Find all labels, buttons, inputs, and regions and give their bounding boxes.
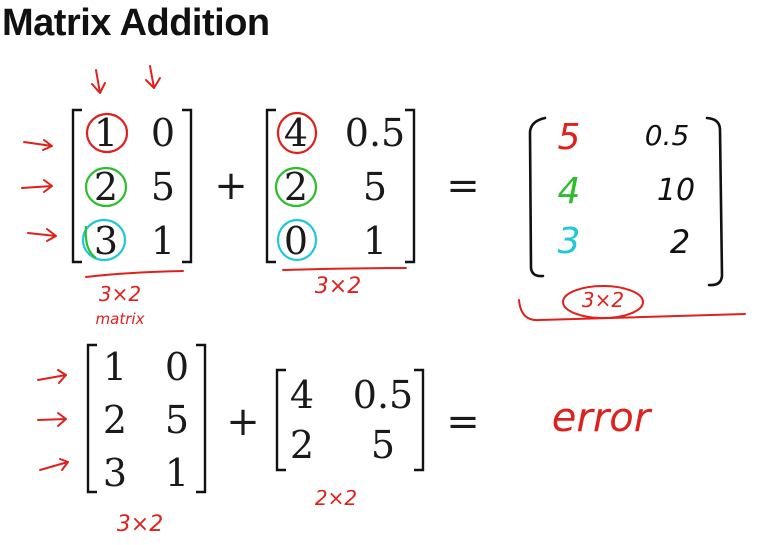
red-arrows-2 <box>37 369 69 471</box>
matrix-a1-brackets <box>71 108 193 264</box>
element-highlight-circles <box>81 111 318 262</box>
ink-layer <box>21 65 746 494</box>
red-arrows-1 <box>21 65 161 242</box>
matrix-b1-brackets <box>265 108 416 264</box>
result-brackets <box>528 116 724 287</box>
matrix-b2-brackets <box>275 368 425 472</box>
dimension-underlines <box>85 267 746 322</box>
matrix-a2-brackets <box>86 343 207 494</box>
